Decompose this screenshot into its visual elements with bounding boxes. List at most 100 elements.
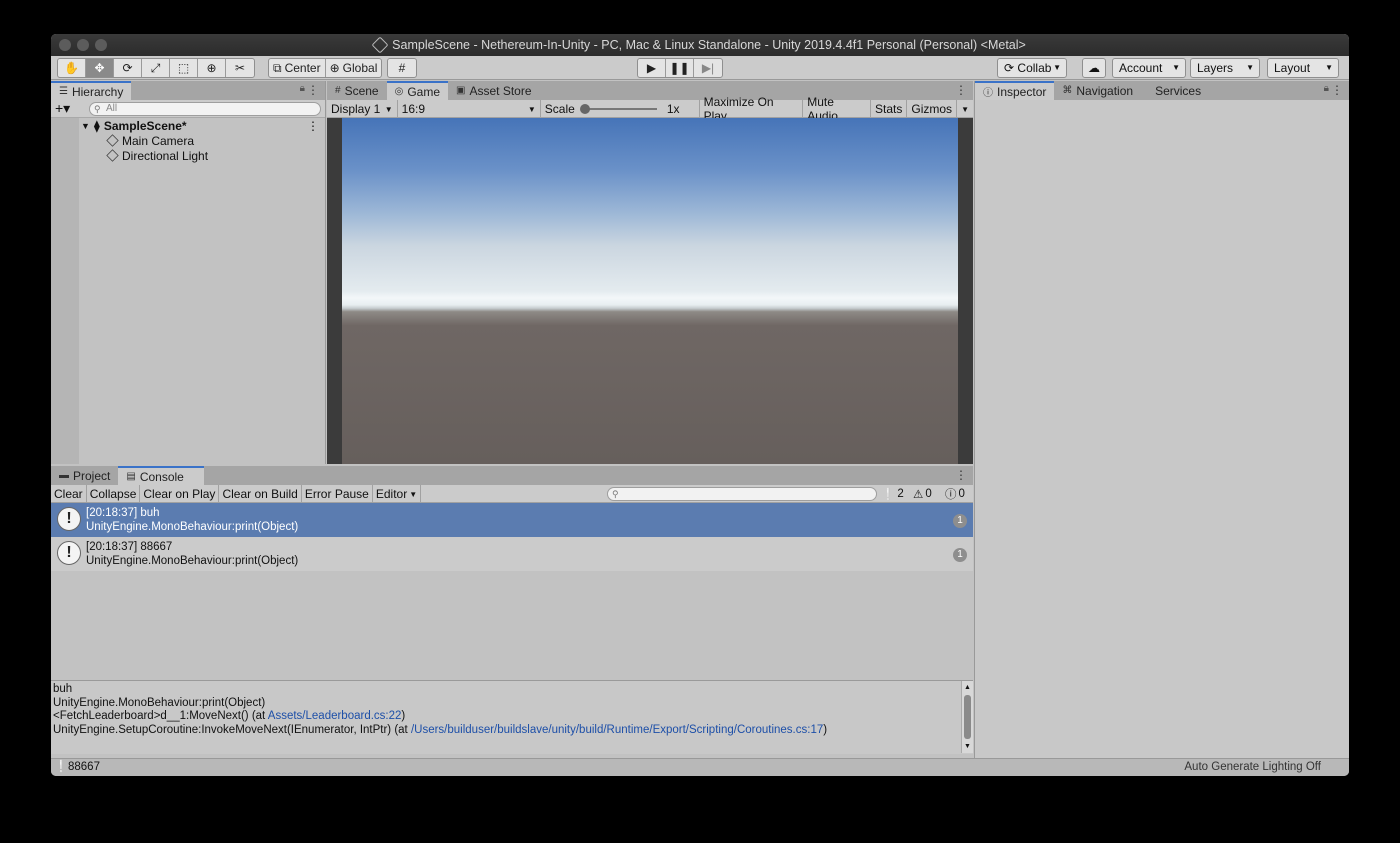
collapse-button[interactable]: Collapse (87, 485, 141, 503)
gamepad-icon: ◎ (394, 86, 404, 97)
scene-row[interactable]: ▼ ⧫ SampleScene* ⋮ (81, 118, 325, 133)
minimize-window-button[interactable] (77, 39, 89, 51)
tab-services[interactable]: Services (1141, 81, 1209, 100)
hierarchy-item-directional-light[interactable]: Directional Light (106, 148, 208, 163)
hand-tool-icon[interactable]: ✋ (58, 59, 86, 77)
scale-tool-icon[interactable]: ⤢ (142, 59, 170, 77)
tab-scene[interactable]: # Scene (327, 81, 387, 100)
lock-icon[interactable]: 🔒︎ (1324, 83, 1329, 94)
layers-dropdown[interactable]: Layers ▼ (1190, 58, 1260, 78)
custom-tool-icon[interactable]: ✂ (226, 59, 254, 77)
center-tabbar: # Scene ◎ Game ▣ Asset Store ⋮ (327, 81, 973, 100)
inspector-tabbar: ⓘ Inspector ⌘ Navigation Services 🔒︎ ⋮ (975, 81, 1349, 100)
scroll-up-icon[interactable]: ▲ (964, 681, 971, 695)
play-icon[interactable]: ▶ (638, 59, 666, 77)
game-viewport[interactable] (342, 118, 958, 464)
error-count-toggle[interactable]: ⓘ 0 (945, 485, 965, 503)
zoom-window-button[interactable] (95, 39, 107, 51)
gizmos-toggle[interactable]: Gizmos (907, 100, 958, 118)
lock-icon[interactable]: 🔒︎ (300, 83, 305, 94)
collab-label: Collab (1017, 61, 1052, 75)
display-dropdown[interactable]: Display 1 ▼ (327, 100, 398, 118)
rect-tool-icon[interactable]: ⬚ (170, 59, 198, 77)
create-plus-icon[interactable]: +▾ (55, 100, 70, 116)
clear-on-build-button[interactable]: Clear on Build (219, 485, 302, 503)
move-tool-icon[interactable]: ✥ (86, 59, 114, 77)
pivot-rotation-button[interactable]: ⊕ Global (326, 59, 382, 77)
scene-menu-icon[interactable]: ⋮ (307, 119, 319, 133)
search-icon: ⚲ (94, 104, 101, 114)
stack-text: <FetchLeaderboard>d__1:MoveNext() (at (53, 710, 268, 722)
info-icon: ⓘ (983, 88, 993, 99)
tab-hierarchy[interactable]: ☰ Hierarchy (51, 81, 132, 100)
pivot-toggles: ⧉ Center ⊕ Global (268, 58, 383, 78)
clear-button[interactable]: Clear (51, 485, 87, 503)
more-options-icon[interactable]: ⋮ (307, 83, 319, 97)
gizmos-dropdown-arrow[interactable]: ▼ (957, 100, 973, 118)
main-toolbar: ✋ ✥ ⟳ ⤢ ⬚ ⊕ ✂ ⧉ Center ⊕ Global # ▶ ❚❚ ▶| … (51, 56, 1349, 80)
tab-project-label: Project (73, 468, 111, 483)
more-options-icon[interactable]: ⋮ (1331, 83, 1343, 97)
scale-slider[interactable] (579, 104, 657, 114)
log-message-icon: ! (57, 541, 81, 565)
tab-inspector[interactable]: ⓘ Inspector (975, 81, 1055, 100)
hierarchy-item-label: Main Camera (122, 133, 195, 148)
collab-dropdown[interactable]: ⟳ Collab ▼ (997, 58, 1067, 78)
folder-icon: ▬ (59, 470, 69, 481)
aspect-label: 16:9 (401, 102, 426, 116)
stats-toggle[interactable]: Stats (871, 100, 908, 118)
more-options-icon[interactable]: ⋮ (955, 468, 967, 482)
error-icon: ⓘ (945, 489, 957, 501)
stack-scrollbar[interactable]: ▲ ▼ (961, 681, 973, 753)
hierarchy-search-input[interactable]: ⚲ All (89, 102, 321, 116)
layout-dropdown[interactable]: Layout ▼ (1267, 58, 1339, 78)
scroll-down-icon[interactable]: ▼ (964, 740, 971, 754)
stack-text: ) (401, 710, 406, 722)
mute-audio-toggle[interactable]: Mute Audio (803, 95, 872, 123)
rotate-tool-icon[interactable]: ⟳ (114, 59, 142, 77)
warning-count-toggle[interactable]: ⚠ 0 (913, 485, 932, 503)
aspect-dropdown[interactable]: 16:9 ▼ (398, 100, 541, 118)
navigation-icon: ⌘ (1062, 85, 1073, 96)
account-dropdown[interactable]: Account ▼ (1112, 58, 1186, 78)
scale-slider-track (580, 108, 657, 110)
more-options-icon[interactable]: ⋮ (955, 83, 967, 97)
tab-navigation[interactable]: ⌘ Navigation (1054, 81, 1141, 100)
source-link[interactable]: /Users/builduser/buildslave/unity/build/… (411, 724, 823, 736)
hierarchy-item-main-camera[interactable]: Main Camera (106, 133, 195, 148)
chevron-down-icon: ▼ (527, 104, 536, 114)
transform-tools: ✋ ✥ ⟳ ⤢ ⬚ ⊕ ✂ (57, 58, 255, 78)
maximize-on-play-toggle[interactable]: Maximize On Play (700, 95, 804, 123)
log-count-toggle[interactable]: ❕ 2 (881, 485, 904, 503)
transform-tool-icon[interactable]: ⊕ (198, 59, 226, 77)
console-search-input[interactable]: ⚲ (607, 487, 877, 501)
clear-label: Clear (54, 487, 83, 501)
tab-console[interactable]: ▤ Console (118, 466, 204, 485)
tab-project[interactable]: ▬ Project (51, 466, 118, 485)
close-window-button[interactable] (59, 39, 71, 51)
source-link[interactable]: Assets/Leaderboard.cs:22 (268, 710, 402, 722)
status-warning-icon: ❕ (54, 761, 69, 773)
expand-arrow-icon[interactable]: ▼ (81, 121, 90, 131)
tab-asset-store[interactable]: ▣ Asset Store (448, 81, 539, 100)
shopping-bag-icon: ▣ (456, 85, 466, 96)
grid-snap-icon[interactable]: # (388, 59, 416, 77)
step-icon[interactable]: ▶| (694, 59, 722, 77)
tab-game[interactable]: ◎ Game (386, 81, 449, 100)
clear-on-play-button[interactable]: Clear on Play (140, 485, 220, 503)
scale-label: Scale (544, 102, 575, 116)
lighting-status[interactable]: Auto Generate Lighting Off (1184, 759, 1321, 776)
status-message[interactable]: 88667 (68, 759, 100, 776)
editor-dropdown[interactable]: Editor ▼ (373, 485, 422, 503)
pause-icon[interactable]: ❚❚ (666, 59, 694, 77)
scale-slider-thumb[interactable] (579, 104, 590, 114)
error-pause-button[interactable]: Error Pause (302, 485, 373, 503)
pivot-mode-button[interactable]: ⧉ Center (269, 59, 326, 77)
log-entry-selected[interactable]: ! [20:18:37] buh UnityEngine.MonoBehaviou… (51, 503, 973, 537)
console-toolbar: Clear Collapse Clear on Play Clear on Bu… (51, 485, 973, 503)
scroll-thumb[interactable] (964, 695, 971, 739)
log-entry[interactable]: ! [20:18:37] 88667 UnityEngine.MonoBehavi… (51, 537, 973, 571)
cloud-button[interactable]: ☁ (1082, 58, 1106, 78)
tab-asset-store-label: Asset Store (469, 83, 532, 98)
layers-label: Layers (1197, 61, 1234, 75)
